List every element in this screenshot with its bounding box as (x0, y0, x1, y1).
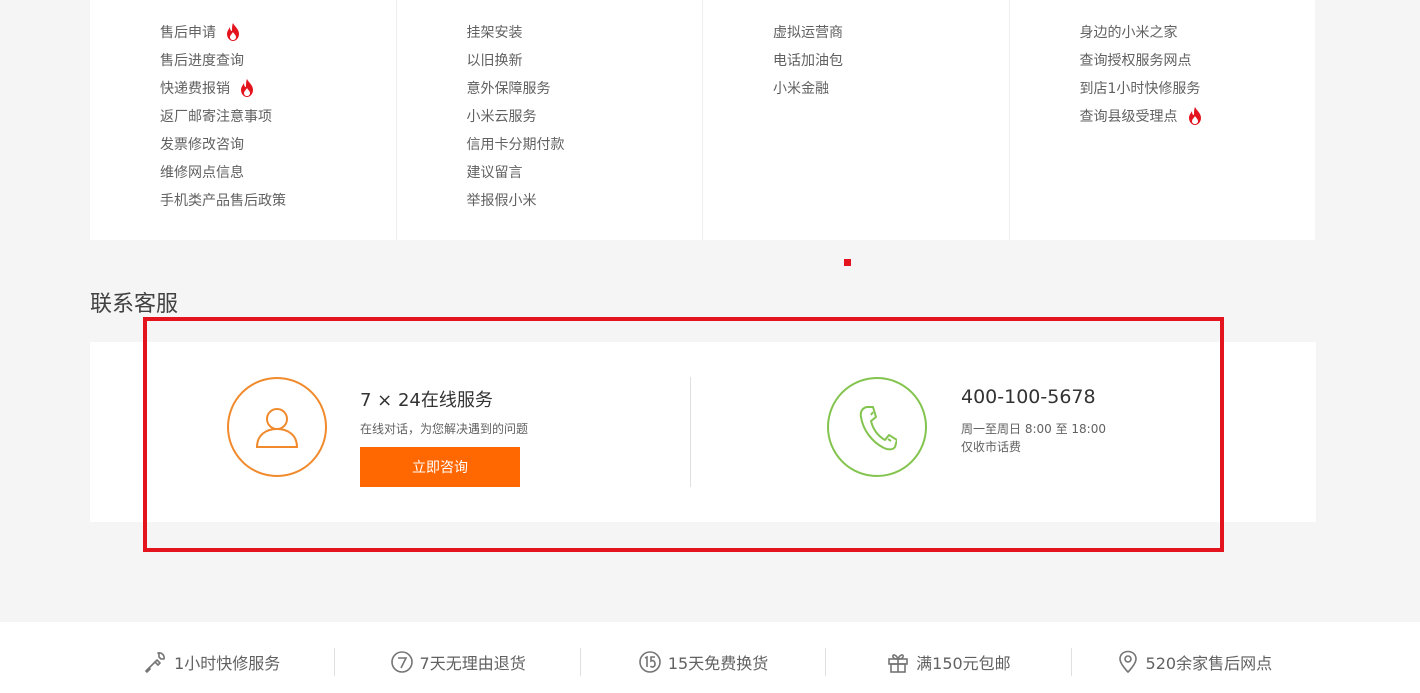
location-icon (1118, 650, 1137, 674)
link-shipping-reimburse[interactable]: 快递费报销 (160, 74, 396, 102)
promise-15day-exchange[interactable]: 15天免费换货 (581, 648, 827, 676)
phone-service-circle (827, 377, 927, 477)
link-repair-points[interactable]: 维修网点信息 (160, 158, 396, 186)
fire-icon (1188, 107, 1201, 125)
links-column-2: 挂架安装 以旧换新 意外保障服务 小米云服务 信用卡分期付款 建议留言 举报假小… (397, 0, 703, 240)
contact-panel: 7 × 24在线服务 在线对话，为您解决遇到的问题 立即咨询 400-100-5… (90, 342, 1316, 522)
link-trade-in[interactable]: 以旧换新 (467, 46, 703, 74)
contact-section-title: 联系客服 (90, 292, 179, 317)
link-cloud-service[interactable]: 小米云服务 (467, 102, 703, 130)
fifteen-day-icon (639, 651, 661, 673)
link-store-quick-repair[interactable]: 到店1小时快修服务 (1080, 74, 1316, 102)
wrench-icon (144, 652, 166, 674)
link-feedback[interactable]: 建议留言 (467, 158, 703, 186)
link-phone-data-pack[interactable]: 电话加油包 (773, 46, 1009, 74)
link-credit-installment[interactable]: 信用卡分期付款 (467, 130, 703, 158)
link-county-points[interactable]: 查询县级受理点 (1080, 102, 1316, 130)
user-icon (255, 408, 299, 448)
link-virtual-operator[interactable]: 虚拟运营商 (773, 18, 1009, 46)
promise-quick-repair[interactable]: 1小时快修服务 (90, 648, 336, 676)
online-service-desc: 在线对话，为您解决遇到的问题 (360, 422, 529, 436)
link-authorized-points[interactable]: 查询授权服务网点 (1080, 46, 1316, 74)
contact-divider (690, 377, 691, 487)
phone-icon (859, 406, 897, 451)
promise-free-shipping[interactable]: 满150元包邮 (826, 648, 1072, 676)
service-links-panel: 售后申请 售后进度查询 快递费报销 返厂邮寄注意事项 发票修改咨询 维修网点信息… (90, 0, 1315, 240)
links-column-1: 售后申请 售后进度查询 快递费报销 返厂邮寄注意事项 发票修改咨询 维修网点信息… (90, 0, 397, 240)
red-marker-dot (844, 259, 851, 266)
service-footer-bar: 1小时快修服务 7天无理由退货 15天免费换货 满150元包邮 520余家售后网… (0, 622, 1420, 693)
service-page: 售后申请 售后进度查询 快递费报销 返厂邮寄注意事项 发票修改咨询 维修网点信息… (0, 0, 1420, 693)
links-column-3: 虚拟运营商 电话加油包 小米金融 (703, 0, 1010, 240)
link-after-sales-progress[interactable]: 售后进度查询 (160, 46, 396, 74)
online-service-circle (227, 377, 327, 477)
link-nearby-store[interactable]: 身边的小米之家 (1080, 18, 1316, 46)
seven-day-icon (390, 651, 413, 673)
gift-icon (888, 654, 908, 673)
link-after-sales-apply[interactable]: 售后申请 (160, 18, 396, 46)
link-accident-protection[interactable]: 意外保障服务 (467, 74, 703, 102)
online-service-title: 7 × 24在线服务 (360, 390, 493, 411)
phone-hours: 周一至周日 8:00 至 18:00 (961, 422, 1106, 436)
link-phone-policy[interactable]: 手机类产品售后政策 (160, 186, 396, 214)
promise-7day-return[interactable]: 7天无理由退货 (335, 648, 581, 676)
links-column-4: 身边的小米之家 查询授权服务网点 到店1小时快修服务 查询县级受理点 (1010, 0, 1316, 240)
link-report-fake[interactable]: 举报假小米 (467, 186, 703, 214)
service-promises: 1小时快修服务 7天无理由退货 15天免费换货 满150元包邮 520余家售后网… (90, 648, 1316, 676)
phone-number: 400-100-5678 (961, 386, 1096, 408)
link-finance[interactable]: 小米金融 (773, 74, 1009, 102)
fire-icon (227, 23, 239, 41)
fire-icon (241, 79, 253, 97)
consult-now-button[interactable]: 立即咨询 (360, 447, 520, 487)
link-mount-install[interactable]: 挂架安装 (467, 18, 703, 46)
link-invoice-change[interactable]: 发票修改咨询 (160, 130, 396, 158)
promise-service-points[interactable]: 520余家售后网点 (1072, 648, 1316, 676)
phone-fee: 仅收市话费 (961, 440, 1022, 454)
link-return-notes[interactable]: 返厂邮寄注意事项 (160, 102, 396, 130)
